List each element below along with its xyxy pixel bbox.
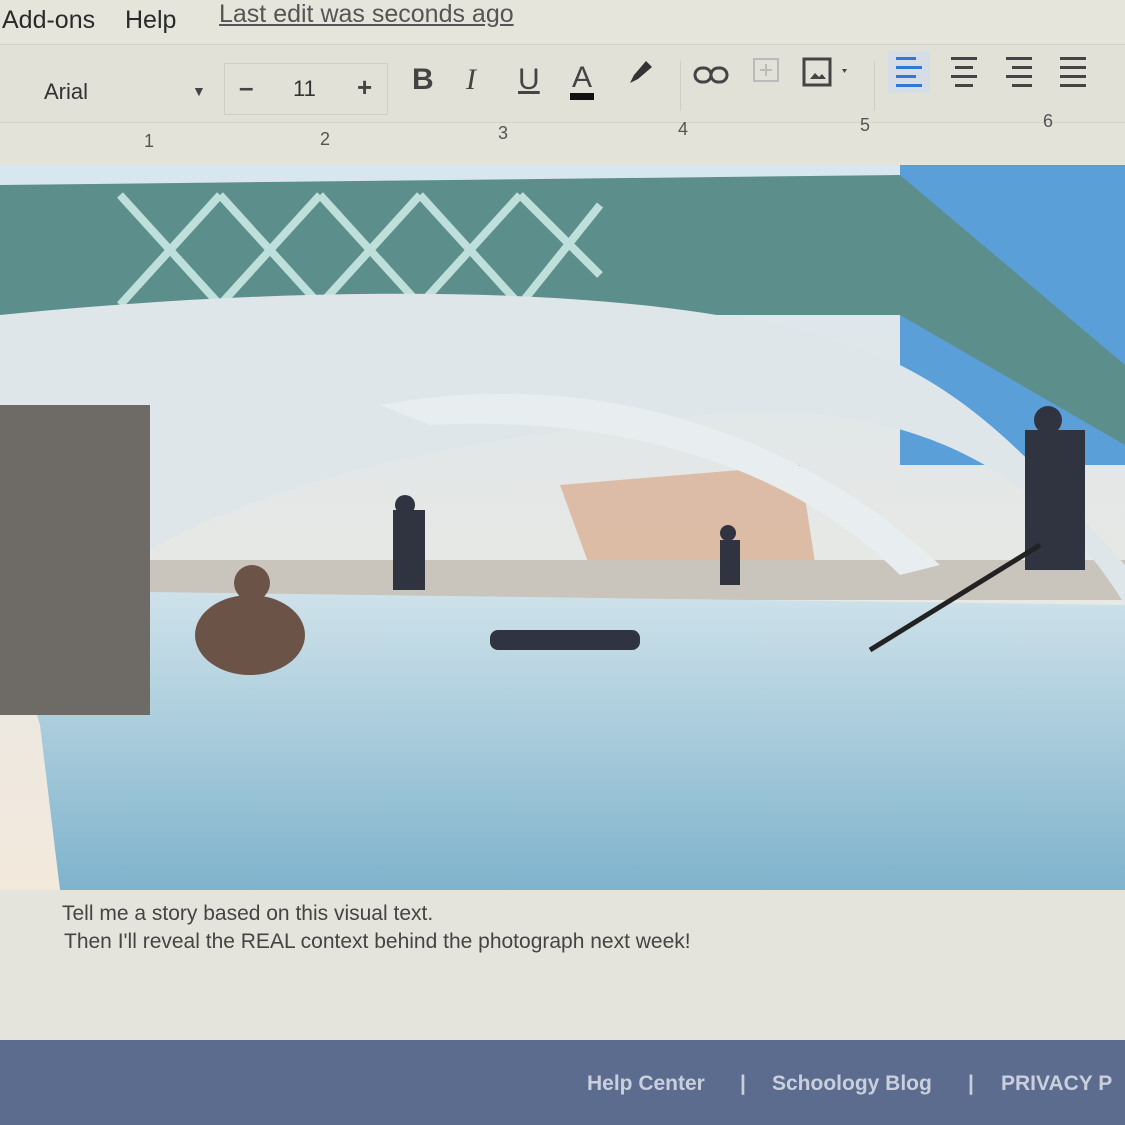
ruler-number: 5 <box>860 115 871 135</box>
decrease-size-button[interactable]: – <box>239 72 253 103</box>
ruler[interactable]: 1 2 3 4 5 6 <box>0 111 1125 164</box>
footer: Help Center | Schoology Blog | PRIVACY P <box>0 1040 1125 1125</box>
menu-bar: Add-ons Help Last edit was seconds ago <box>0 0 1125 42</box>
font-size-stepper: – 11 + <box>224 63 388 115</box>
bridge-ice-photo[interactable] <box>0 165 1125 890</box>
font-size-input[interactable]: 11 <box>293 76 316 102</box>
image-icon[interactable] <box>802 57 852 95</box>
ruler-number: 6 <box>1043 111 1054 131</box>
align-center-icon[interactable] <box>943 51 985 93</box>
schoology-blog-link[interactable]: Schoology Blog <box>772 1072 932 1096</box>
underline-button[interactable]: U <box>518 63 540 97</box>
caption-line: Tell me a story based on this visual tex… <box>62 902 434 925</box>
link-icon[interactable] <box>693 61 729 95</box>
footer-separator: | <box>740 1072 746 1095</box>
font-family-select[interactable]: Arial <box>44 79 88 105</box>
comment-icon[interactable] <box>752 57 780 93</box>
ruler-number: 1 <box>144 131 155 151</box>
menu-addons[interactable]: Add-ons <box>2 6 95 35</box>
divider <box>874 61 875 111</box>
footer-separator: | <box>968 1072 974 1095</box>
ruler-number: 3 <box>498 123 509 143</box>
text-color-button[interactable]: A <box>570 63 595 100</box>
ruler-number: 4 <box>678 119 689 139</box>
caption-line: Then I'll reveal the REAL context behind… <box>64 930 691 953</box>
bold-button[interactable]: B <box>412 63 434 97</box>
align-justify-icon[interactable] <box>1052 51 1094 93</box>
chevron-down-icon[interactable]: ▼ <box>192 83 206 99</box>
italic-button[interactable]: I <box>466 63 476 97</box>
menu-help[interactable]: Help <box>125 6 176 35</box>
help-center-link[interactable]: Help Center <box>587 1072 705 1096</box>
align-left-icon[interactable] <box>888 51 930 93</box>
toolbar: Arial ▼ – 11 + B I U A <box>0 44 1125 123</box>
last-edit-link[interactable]: Last edit was seconds ago <box>219 0 514 29</box>
ruler-number: 2 <box>320 129 331 149</box>
increase-size-button[interactable]: + <box>357 72 372 103</box>
highlighter-icon[interactable] <box>626 57 656 95</box>
divider <box>680 61 681 111</box>
align-right-icon[interactable] <box>998 51 1040 93</box>
privacy-policy-link[interactable]: PRIVACY P <box>1001 1072 1112 1096</box>
